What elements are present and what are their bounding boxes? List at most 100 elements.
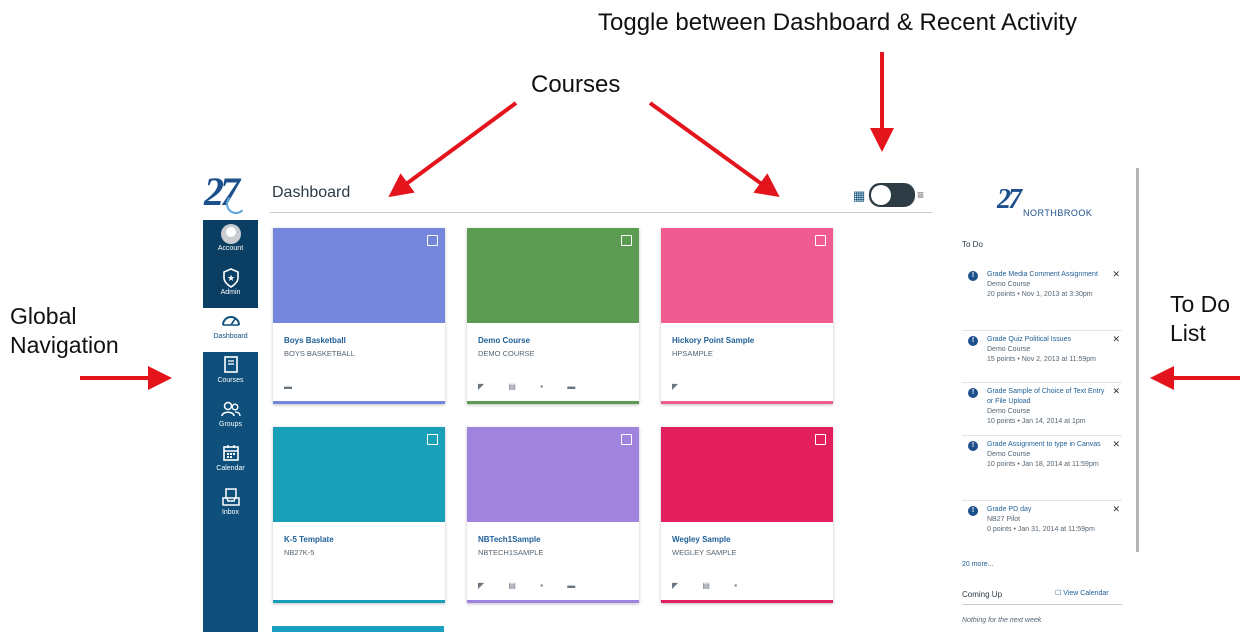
scrollbar[interactable]	[1136, 168, 1139, 552]
course-name[interactable]: Hickory Point Sample	[672, 336, 754, 345]
edit-icon[interactable]	[427, 434, 438, 445]
todo-divider	[962, 500, 1122, 501]
course-card-hero[interactable]	[273, 427, 445, 522]
todo-title[interactable]: Grade Quiz Political Issues	[987, 335, 1105, 345]
course-card-hero[interactable]	[661, 427, 833, 522]
assignment-alert-icon: !	[968, 441, 978, 451]
course-name[interactable]: Demo Course	[478, 336, 530, 345]
dismiss-icon[interactable]: ✕	[1112, 386, 1120, 397]
nav-item-calendar[interactable]: Calendar	[203, 440, 258, 484]
todo-title[interactable]: Grade Sample of Choice of Text Entry or …	[987, 387, 1105, 407]
coming-up-empty: Nothing for the next week	[962, 617, 1042, 624]
edit-icon[interactable]	[621, 434, 632, 445]
nav-item-dashboard[interactable]: Dashboard	[203, 308, 258, 352]
course-card-partial[interactable]	[272, 626, 444, 632]
arrow-to-courses-right	[648, 101, 780, 198]
course-name[interactable]: K-5 Template	[284, 535, 334, 544]
edit-icon[interactable]	[621, 235, 632, 246]
annotation-todo: To Do List	[1170, 290, 1230, 348]
todo-item: ! ✕ Grade Assignment to type in Canvas Demo…	[968, 439, 1123, 470]
annotation-courses: Courses	[531, 71, 621, 98]
annotation-global-nav: Global Navigation	[10, 302, 119, 360]
inbox-icon	[221, 488, 241, 508]
course-code: DEMO COURSE	[478, 349, 535, 358]
course-name[interactable]: Boys Basketball	[284, 336, 346, 345]
nav-item-courses[interactable]: Courses	[203, 352, 258, 396]
announcement-icon[interactable]: ◤	[478, 382, 484, 391]
todo-title[interactable]: Grade PD day	[987, 505, 1105, 515]
nav-item-label: Groups	[219, 421, 242, 428]
announcement-icon[interactable]: ◤	[478, 581, 484, 590]
edit-icon[interactable]	[427, 235, 438, 246]
nav-item-label: Courses	[217, 377, 244, 384]
todo-title[interactable]: Grade Assignment to type in Canvas	[987, 440, 1105, 450]
course-card[interactable]: K-5 Template NB27K-5	[273, 427, 445, 603]
course-color-bar	[273, 401, 445, 404]
assignment-icon[interactable]: ▤	[508, 382, 516, 391]
todo-divider	[962, 330, 1122, 331]
speedometer-icon	[221, 312, 241, 332]
course-card[interactable]: Wegley Sample WEGLEY SAMPLE ◤ ▤ ▪	[661, 427, 833, 603]
announcement-icon[interactable]: ◤	[672, 581, 678, 590]
nav-item-label: Admin	[220, 289, 241, 296]
folder-icon[interactable]: ▬	[284, 382, 292, 391]
edit-icon[interactable]	[815, 434, 826, 445]
dismiss-icon[interactable]: ✕	[1112, 269, 1120, 280]
grid-view-icon[interactable]: ▦	[853, 188, 865, 204]
todo-divider	[962, 382, 1122, 383]
dismiss-icon[interactable]: ✕	[1112, 504, 1120, 515]
announcement-icon[interactable]: ◤	[672, 382, 678, 391]
shield-star-icon: ★	[221, 268, 241, 288]
todo-meta: 10 points • Jan 18, 2014 at 11:59pm	[987, 461, 1099, 468]
assignment-icon[interactable]: ▤	[508, 581, 516, 590]
annotation-todo-line1: To Do	[1170, 291, 1231, 317]
dismiss-icon[interactable]: ✕	[1112, 439, 1120, 450]
northbrook-logo-number: 27	[997, 184, 1022, 215]
annotation-toggle: Toggle between Dashboard & Recent Activi…	[598, 9, 1077, 36]
todo-meta: 0 points • Jan 31, 2014 at 11:59pm	[987, 526, 1095, 533]
todo-item: ! ✕ Grade PD day NB27 Pilot 0 points • Jan 3…	[968, 504, 1123, 535]
course-card[interactable]: NBTech1Sample NBTECH1SAMPLE ◤ ▤ ▪ ▬	[467, 427, 639, 603]
todo-heading: To Do	[962, 240, 983, 249]
course-name[interactable]: Wegley Sample	[672, 535, 731, 544]
course-card-actions: ◤	[672, 382, 678, 391]
todo-meta: 10 points • Jan 14, 2014 at 1pm	[987, 418, 1086, 425]
course-card-hero[interactable]	[661, 228, 833, 323]
discussion-icon[interactable]: ▪	[734, 581, 737, 590]
course-card-hero[interactable]	[467, 228, 639, 323]
coming-up-heading: Coming Up	[962, 590, 1003, 599]
discussion-icon[interactable]: ▪	[540, 581, 543, 590]
avatar-icon	[220, 224, 241, 244]
coming-up-divider	[962, 604, 1122, 605]
annotation-global-nav-line2: Navigation	[10, 331, 119, 358]
dashboard-view-toggle[interactable]	[869, 183, 915, 207]
discussion-icon[interactable]: ▪	[540, 382, 543, 391]
course-card-hero[interactable]	[273, 228, 445, 323]
nav-item-account[interactable]: Account	[203, 220, 258, 264]
todo-course: Demo Course	[987, 408, 1031, 415]
course-card[interactable]: Hickory Point Sample HPSAMPLE ◤	[661, 228, 833, 404]
course-card-hero[interactable]	[467, 427, 639, 522]
folder-icon[interactable]: ▬	[567, 382, 575, 391]
course-card[interactable]: Demo Course DEMO COURSE ◤ ▤ ▪ ▬	[467, 228, 639, 404]
nav-item-inbox[interactable]: Inbox	[203, 484, 258, 528]
folder-icon[interactable]: ▬	[567, 581, 575, 590]
todo-more-link[interactable]: 20 more...	[962, 561, 994, 568]
todo-item: ! ✕ Grade Quiz Political Issues Demo Course…	[968, 334, 1123, 365]
dismiss-icon[interactable]: ✕	[1112, 334, 1120, 345]
people-icon	[220, 400, 241, 420]
annotation-global-nav-line1: Global	[10, 303, 77, 329]
district-logo[interactable]: 27	[204, 168, 258, 214]
list-view-icon[interactable]: ≡	[917, 188, 924, 202]
nav-item-groups[interactable]: Groups	[203, 396, 258, 440]
todo-course: Demo Course	[987, 451, 1031, 458]
nav-item-admin[interactable]: ★ Admin	[203, 264, 258, 308]
page-title: Dashboard	[272, 184, 351, 201]
course-card[interactable]: Boys Basketball BOYS BASKETBALL ▬	[273, 228, 445, 404]
assignment-icon[interactable]: ▤	[702, 581, 710, 590]
course-name[interactable]: NBTech1Sample	[478, 535, 541, 544]
view-calendar-link[interactable]: ☐ View Calendar	[1055, 589, 1109, 597]
global-navigation: Account ★ Admin Dashboard Courses Groups…	[203, 220, 258, 632]
edit-icon[interactable]	[815, 235, 826, 246]
todo-title[interactable]: Grade Media Comment Assignment	[987, 270, 1105, 280]
